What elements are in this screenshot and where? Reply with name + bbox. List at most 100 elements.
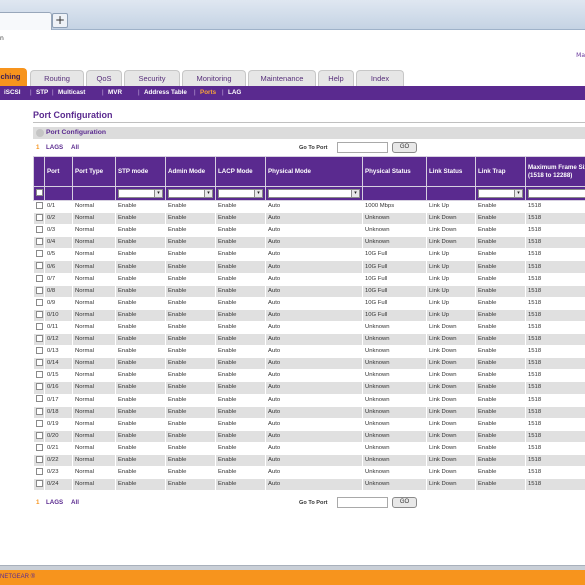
table-row[interactable]: 0/23 Normal Enable Enable Enable Auto Unknown L…: [33, 466, 585, 480]
table-row[interactable]: 0/16 Normal Enable Enable Enable Auto Unknown L…: [33, 381, 585, 395]
table-row[interactable]: 0/2 Normal Enable Enable Enable Auto Unknown Li…: [33, 212, 585, 226]
row-checkbox[interactable]: [36, 238, 43, 246]
table-row[interactable]: 0/12 Normal Enable Enable Enable Auto Unknown L…: [33, 333, 585, 347]
filter-all-link-bottom[interactable]: All: [71, 497, 79, 509]
row-checkbox[interactable]: [36, 419, 43, 427]
lacp-mode-select[interactable]: ▾: [218, 189, 263, 198]
goto-port-input-top[interactable]: [337, 142, 388, 153]
table-row[interactable]: 0/3 Normal Enable Enable Enable Auto Unknown Li…: [33, 224, 585, 238]
filter-index-bottom[interactable]: 1: [36, 497, 39, 509]
table-row[interactable]: 0/8 Normal Enable Enable Enable Auto 10G Full L…: [33, 284, 585, 298]
row-checkbox[interactable]: [36, 201, 43, 209]
tab-qos[interactable]: QoS: [86, 70, 122, 86]
go-button-bottom[interactable]: GO: [392, 497, 417, 508]
table-cell: Enable: [215, 417, 266, 431]
table-cell: Link Down: [426, 478, 476, 492]
row-checkbox[interactable]: [36, 322, 43, 330]
subnav-multicast[interactable]: Multicast: [58, 86, 85, 100]
table-cell: Auto: [265, 478, 363, 492]
table-row[interactable]: 0/24 Normal Enable Enable Enable Auto Unknown L…: [33, 478, 585, 492]
header-link-status: Link Status: [426, 156, 476, 187]
row-checkbox[interactable]: [36, 431, 43, 439]
filter-index-top[interactable]: 1: [36, 142, 39, 154]
stp-mode-select[interactable]: ▾: [118, 189, 163, 198]
subnav-iscsi[interactable]: iSCSI: [4, 86, 20, 100]
physical-mode-select[interactable]: ▾: [268, 189, 360, 198]
row-checkbox[interactable]: [36, 298, 43, 306]
new-tab-button[interactable]: +: [52, 13, 68, 28]
subnav-mvr[interactable]: MVR: [108, 86, 122, 100]
table-row[interactable]: 0/9 Normal Enable Enable Enable Auto 10G Full L…: [33, 296, 585, 310]
row-checkbox[interactable]: [36, 214, 43, 222]
tab-maintenance[interactable]: Maintenance: [248, 70, 316, 86]
row-checkbox[interactable]: [36, 347, 43, 355]
tab-help[interactable]: Help: [318, 70, 354, 86]
row-checkbox[interactable]: [36, 480, 43, 488]
table-row[interactable]: 0/20 Normal Enable Enable Enable Auto Unknown L…: [33, 429, 585, 443]
table-row[interactable]: 0/10 Normal Enable Enable Enable Auto 10G Full…: [33, 308, 585, 322]
filter-lags-link-top[interactable]: LAGS: [46, 142, 63, 154]
table-row[interactable]: 0/19 Normal Enable Enable Enable Auto Unknown L…: [33, 417, 585, 431]
row-checkbox[interactable]: [36, 468, 43, 476]
table-cell: Auto: [265, 199, 363, 214]
table-cell: Enable: [475, 284, 526, 298]
row-checkbox[interactable]: [36, 371, 43, 379]
tab-ching[interactable]: ching: [0, 68, 27, 86]
table-row[interactable]: 0/5 Normal Enable Enable Enable Auto 10G Full L…: [33, 248, 585, 262]
page-top-link[interactable]: Ma: [576, 52, 585, 59]
go-button-top[interactable]: GO: [392, 142, 417, 153]
table-row[interactable]: 0/13 Normal Enable Enable Enable Auto Unknown L…: [33, 345, 585, 359]
frame-size-input[interactable]: [528, 189, 585, 198]
subnav-address-table[interactable]: Address Table: [144, 86, 187, 100]
filter-all-link-top[interactable]: All: [71, 142, 79, 154]
table-row[interactable]: 0/7 Normal Enable Enable Enable Auto 10G Full L…: [33, 272, 585, 286]
table-cell: Enable: [215, 248, 266, 262]
goto-port-input-bottom[interactable]: [337, 497, 388, 508]
row-checkbox[interactable]: [36, 310, 43, 318]
row-checkbox[interactable]: [36, 274, 43, 282]
table-cell: Unknown: [362, 369, 427, 383]
row-checkbox[interactable]: [36, 250, 43, 258]
tab-index[interactable]: Index: [356, 70, 404, 86]
row-checkbox[interactable]: [36, 395, 43, 403]
link-trap-select[interactable]: ▾: [478, 189, 523, 198]
table-cell: Link Up: [426, 308, 476, 322]
row-checkbox[interactable]: [36, 226, 43, 234]
row-checkbox[interactable]: [36, 286, 43, 294]
table-cell: 1518: [525, 441, 585, 455]
admin-mode-select[interactable]: ▾: [168, 189, 213, 198]
table-cell: Auto: [265, 393, 363, 407]
row-checkbox[interactable]: [36, 443, 43, 451]
table-row[interactable]: 0/4 Normal Enable Enable Enable Auto Unknown Li…: [33, 236, 585, 250]
row-checkbox[interactable]: [36, 262, 43, 270]
table-row[interactable]: 0/11 Normal Enable Enable Enable Auto Unknown L…: [33, 320, 585, 335]
subnav-ports[interactable]: Ports: [200, 86, 216, 100]
row-checkbox[interactable]: [36, 455, 43, 463]
tab-security[interactable]: Security: [124, 70, 180, 86]
table-row[interactable]: 0/22 Normal Enable Enable Enable Auto Unknown L…: [33, 453, 585, 468]
row-select-cell: [33, 224, 45, 238]
table-row[interactable]: 0/17 Normal Enable Enable Enable Auto Unknown L…: [33, 393, 585, 407]
browser-tab[interactable]: [0, 12, 52, 30]
table-row[interactable]: 0/6 Normal Enable Enable Enable Auto 10G Full L…: [33, 260, 585, 274]
table-cell: Enable: [215, 333, 266, 347]
table-row[interactable]: 0/1 Normal Enable Enable Enable Auto 1000 Mbps…: [33, 199, 585, 214]
tab-routing[interactable]: Routing: [30, 70, 84, 86]
table-cell: 1518: [525, 369, 585, 383]
select-all-checkbox[interactable]: [36, 188, 43, 196]
row-checkbox[interactable]: [36, 359, 43, 367]
table-row[interactable]: 0/21 Normal Enable Enable Enable Auto Unknown L…: [33, 441, 585, 455]
filter-lags-link-bottom[interactable]: LAGS: [46, 497, 63, 509]
row-checkbox[interactable]: [36, 383, 43, 391]
table-cell: 0/1: [44, 199, 73, 214]
row-checkbox[interactable]: [36, 335, 43, 343]
table-cell: Unknown: [362, 441, 427, 455]
table-cell: Normal: [72, 236, 116, 250]
subnav-stp[interactable]: STP: [36, 86, 48, 100]
table-row[interactable]: 0/18 Normal Enable Enable Enable Auto Unknown L…: [33, 405, 585, 419]
table-row[interactable]: 0/14 Normal Enable Enable Enable Auto Unknown L…: [33, 357, 585, 371]
tab-monitoring[interactable]: Monitoring: [182, 70, 246, 86]
subnav-lag[interactable]: LAG: [228, 86, 241, 100]
table-row[interactable]: 0/15 Normal Enable Enable Enable Auto Unknown L…: [33, 369, 585, 383]
row-checkbox[interactable]: [36, 407, 43, 415]
